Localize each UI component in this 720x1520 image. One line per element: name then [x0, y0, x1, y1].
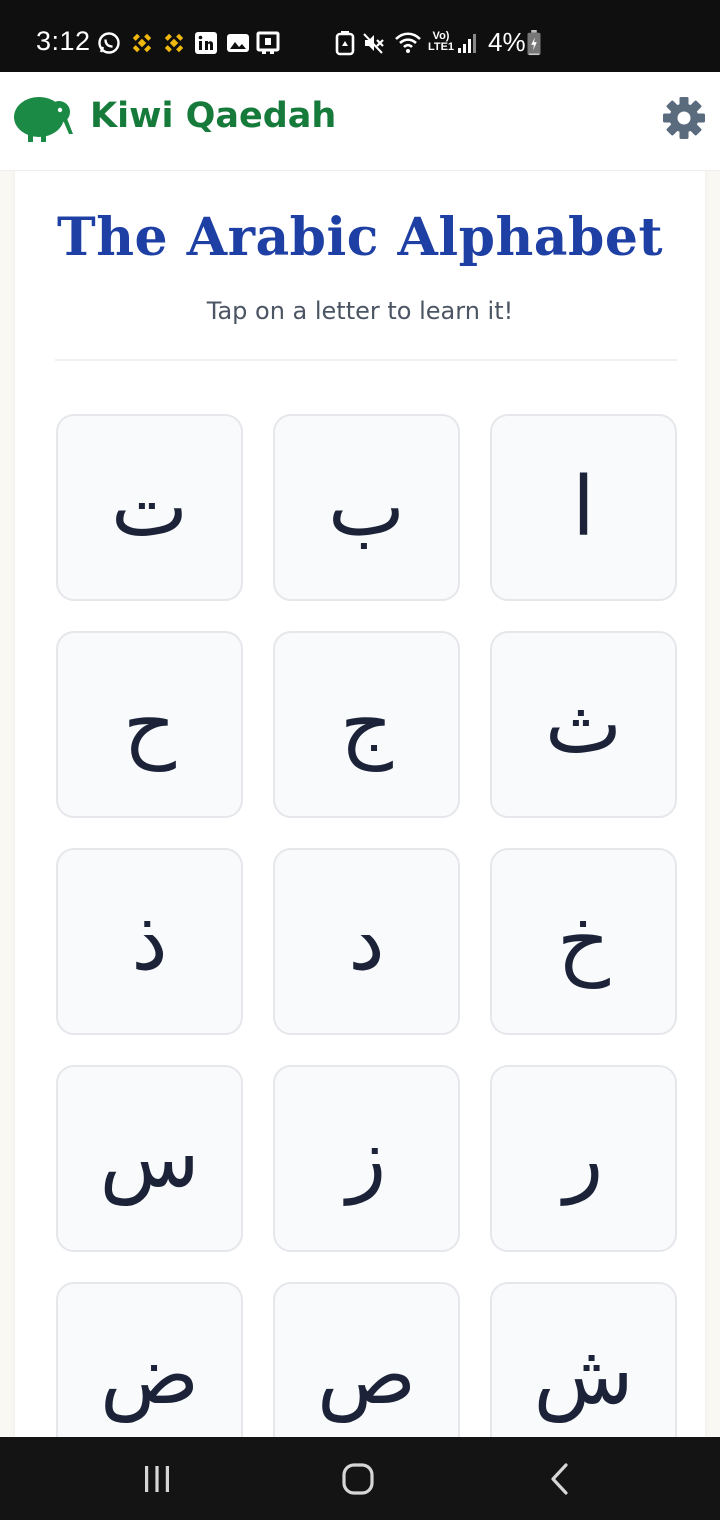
kiwi-bird-icon	[14, 97, 73, 142]
mute-icon	[363, 33, 384, 54]
letter-tile[interactable]: ز	[273, 1065, 460, 1252]
status-time: 3:12	[36, 26, 91, 56]
signal-icon	[458, 34, 476, 53]
gear-icon[interactable]	[660, 94, 708, 142]
letter-glyph: د	[348, 893, 385, 989]
battery-icon	[527, 30, 541, 56]
letter-tile[interactable]: ض	[56, 1282, 243, 1437]
main-content: The Arabic Alphabet Tap on a letter to l…	[0, 171, 720, 1437]
letter-glyph: ح	[123, 676, 176, 772]
letter-glyph: ج	[340, 676, 393, 772]
home-icon[interactable]	[338, 1459, 378, 1499]
letter-tile[interactable]: ت	[56, 414, 243, 601]
lte-icon: Vo) LTE1	[427, 30, 455, 53]
letter-glyph: خ	[557, 893, 610, 989]
app-header: Kiwi Qaedah	[0, 72, 720, 171]
letter-glyph: ب	[327, 459, 406, 555]
letter-tile[interactable]: ش	[490, 1282, 677, 1437]
letter-glyph: ر	[563, 1110, 604, 1206]
letter-tile[interactable]: ر	[490, 1065, 677, 1252]
letter-tile[interactable]: ذ	[56, 848, 243, 1035]
letter-glyph: ذ	[131, 893, 168, 989]
letter-tile[interactable]: ص	[273, 1282, 460, 1437]
recent-apps-icon[interactable]	[137, 1459, 177, 1499]
gallery-icon	[227, 34, 249, 52]
letter-tile[interactable]: ب	[273, 414, 460, 601]
linkedin-icon	[195, 32, 217, 54]
navigation-bar	[0, 1437, 720, 1520]
status-bar: 3:12 Vo) LTE1 4%	[0, 0, 720, 72]
tv-icon	[256, 31, 280, 54]
letter-glyph: س	[99, 1110, 200, 1206]
letter-grid: ا ب ت ث ج ح خ د ذ ر ز س ش ص ض	[55, 414, 677, 1437]
divider	[55, 359, 677, 361]
letter-glyph: ا	[572, 459, 595, 555]
page-title: The Arabic Alphabet	[57, 207, 663, 268]
back-icon[interactable]	[540, 1459, 580, 1499]
binance-icon	[164, 33, 184, 53]
app-title: Kiwi Qaedah	[90, 96, 337, 136]
letter-glyph: ض	[99, 1327, 200, 1423]
letter-tile[interactable]: س	[56, 1065, 243, 1252]
letter-glyph: ص	[316, 1327, 417, 1423]
letter-glyph: ث	[544, 676, 623, 772]
letter-glyph: ت	[110, 459, 189, 555]
recycle-icon	[335, 31, 355, 56]
page-subtitle: Tap on a letter to learn it!	[206, 297, 514, 325]
letter-tile[interactable]: د	[273, 848, 460, 1035]
letter-tile[interactable]: ث	[490, 631, 677, 818]
battery-percent: 4%	[488, 27, 526, 57]
letter-tile[interactable]: ج	[273, 631, 460, 818]
letter-glyph: ز	[346, 1110, 387, 1206]
letter-tile[interactable]: خ	[490, 848, 677, 1035]
binance-icon	[132, 33, 152, 53]
whatsapp-icon	[98, 32, 120, 54]
letter-tile[interactable]: ح	[56, 631, 243, 818]
wifi-icon	[395, 32, 421, 53]
letter-glyph: ش	[533, 1327, 634, 1423]
letter-tile[interactable]: ا	[490, 414, 677, 601]
alphabet-card: The Arabic Alphabet Tap on a letter to l…	[15, 171, 705, 1437]
